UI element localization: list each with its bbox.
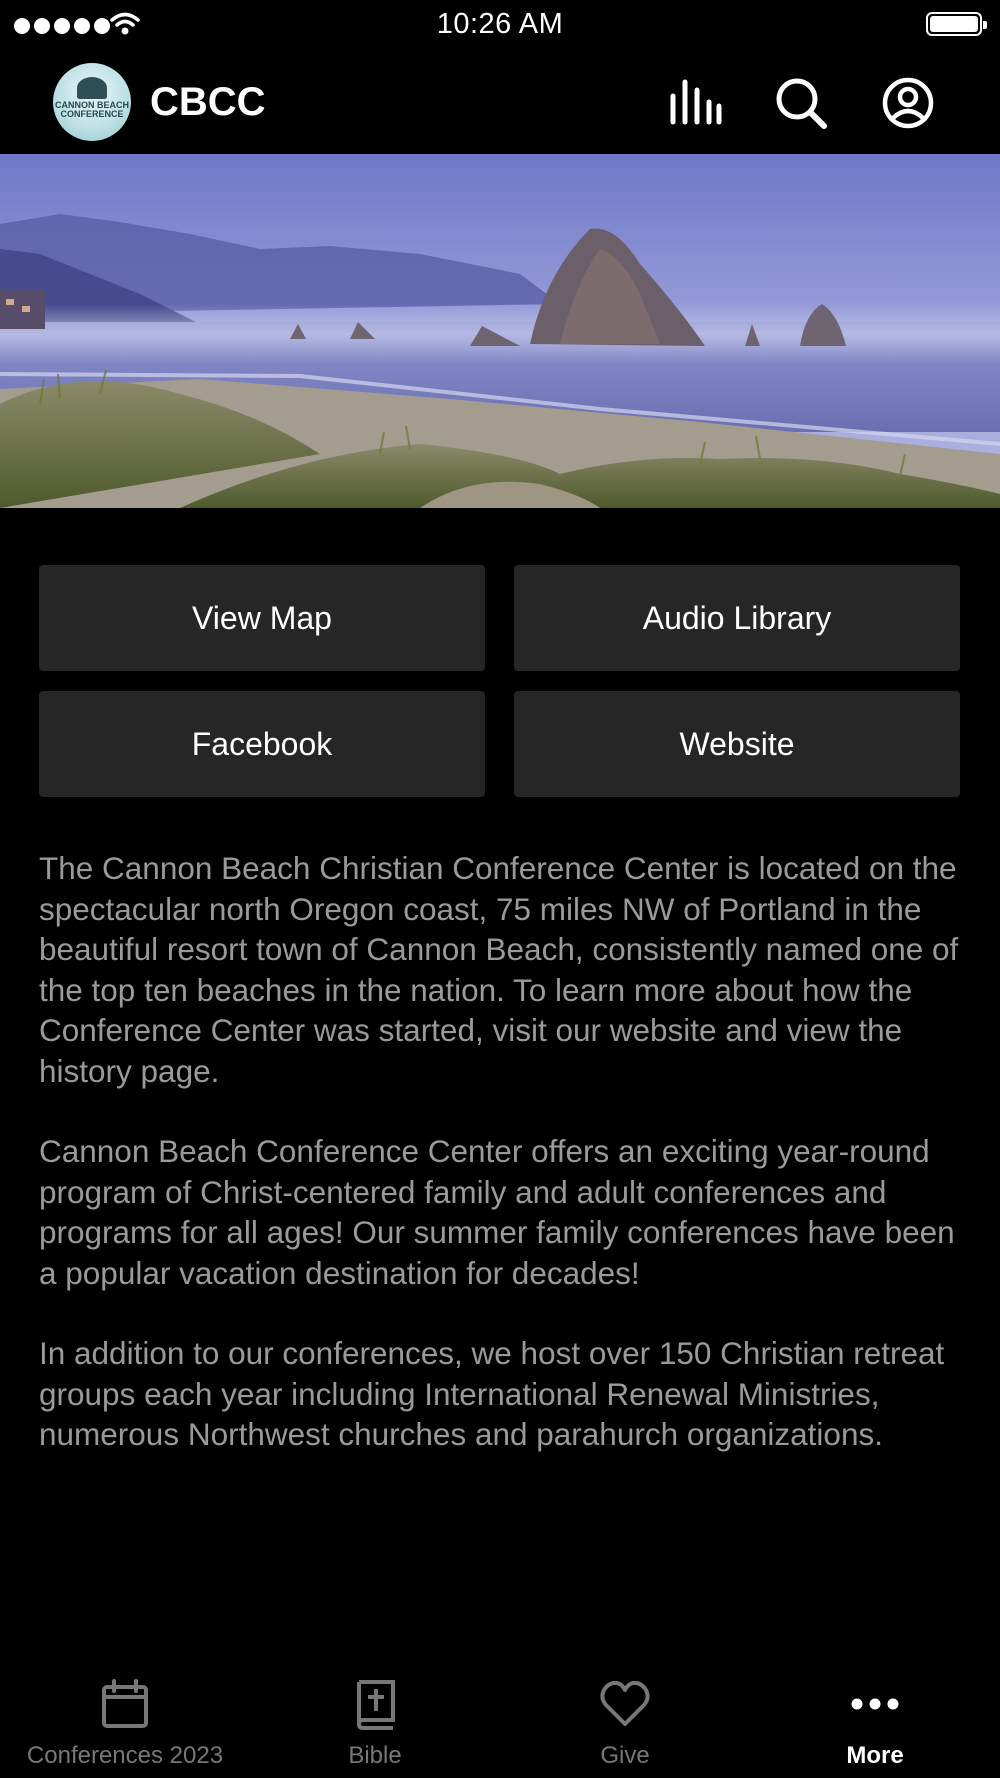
- hero-image: [0, 154, 1000, 508]
- facebook-label: Facebook: [191, 725, 333, 762]
- tab-bar: Conferences 2023 Bible Give More: [0, 1660, 1000, 1778]
- logo-text: CANNON BEACH CONFERENCE: [55, 100, 129, 119]
- website-label: Website: [679, 725, 795, 762]
- battery-icon: [926, 12, 987, 36]
- account-icon[interactable]: [881, 76, 935, 130]
- tab-label: Give: [600, 1742, 650, 1769]
- description-text: The Cannon Beach Christian Conference Ce…: [39, 848, 969, 1495]
- audio-library-label: Audio Library: [642, 599, 832, 636]
- app-header: CANNON BEACH CONFERENCE CBCC: [0, 52, 1000, 154]
- audio-bars-icon[interactable]: [668, 76, 722, 130]
- status-bar: 10:26 AM: [0, 0, 1000, 52]
- audio-library-button[interactable]: Audio Library: [514, 565, 960, 671]
- tab-conferences[interactable]: Conferences 2023: [0, 1660, 250, 1778]
- tab-more[interactable]: More: [750, 1660, 1000, 1778]
- heart-icon: [600, 1680, 650, 1726]
- view-map-button[interactable]: View Map: [39, 565, 485, 671]
- description-paragraph: In addition to our conferences, we host …: [39, 1335, 945, 1452]
- tab-bible[interactable]: Bible: [250, 1660, 500, 1778]
- app-title: CBCC: [150, 80, 266, 124]
- coast-photo: [0, 154, 1000, 508]
- more-dots-icon: [851, 1698, 899, 1710]
- calendar-icon: [102, 1679, 148, 1728]
- website-button[interactable]: Website: [514, 691, 960, 797]
- tab-label: Bible: [348, 1742, 402, 1769]
- description-paragraph: Cannon Beach Conference Center offers an…: [39, 1133, 955, 1291]
- facebook-button[interactable]: Facebook: [39, 691, 485, 797]
- tab-label: More: [846, 1742, 904, 1769]
- bible-icon: [356, 1680, 395, 1730]
- view-map-label: View Map: [192, 599, 332, 636]
- tab-give[interactable]: Give: [500, 1660, 750, 1778]
- search-icon[interactable]: [774, 76, 828, 130]
- status-time: 10:26 AM: [436, 8, 564, 40]
- app-logo[interactable]: CANNON BEACH CONFERENCE: [53, 63, 131, 141]
- tab-label: Conferences 2023: [26, 1742, 224, 1769]
- description-paragraph: The Cannon Beach Christian Conference Ce…: [39, 850, 959, 1089]
